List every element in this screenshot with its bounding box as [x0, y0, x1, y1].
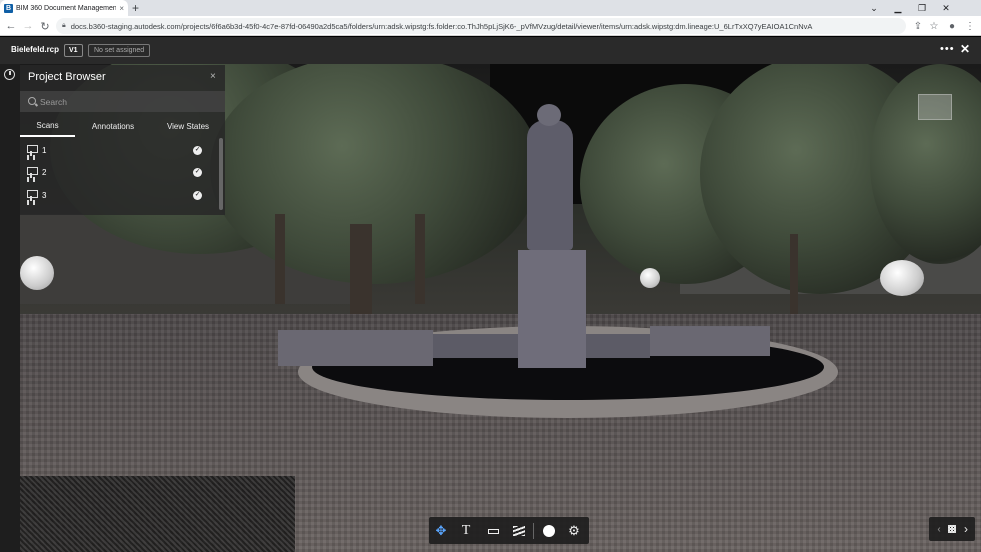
- new-tab-button[interactable]: +: [132, 1, 139, 15]
- bookmark-star-icon[interactable]: ☆: [926, 18, 942, 34]
- statue-head: [537, 104, 561, 126]
- close-viewer-icon[interactable]: ✕: [960, 42, 970, 56]
- project-browser-panel: Project Browser × Scans Annotations View…: [20, 65, 225, 215]
- more-options-icon[interactable]: •••: [940, 43, 955, 55]
- history-clock-icon[interactable]: [4, 69, 15, 80]
- measure-icon[interactable]: [483, 521, 503, 541]
- scan-row[interactable]: 1 ✓: [20, 140, 220, 162]
- tree-trunk: [415, 214, 425, 304]
- tree-trunk: [790, 234, 798, 314]
- back-icon[interactable]: ←: [3, 18, 19, 34]
- tab-view-states[interactable]: View States: [154, 115, 222, 137]
- search-bar: [20, 91, 225, 112]
- scan-row[interactable]: 2 ✓: [20, 162, 220, 184]
- reload-icon[interactable]: ↻: [37, 18, 53, 34]
- view-navigator: ‹ ›: [929, 517, 975, 541]
- url-text: docs.b360-staging.autodesk.com/projects/…: [70, 21, 813, 31]
- search-icon: [28, 97, 36, 105]
- profile-icon[interactable]: ●: [944, 18, 960, 34]
- tree-canopy: [210, 64, 540, 284]
- search-input[interactable]: [40, 94, 220, 109]
- orbit-icon[interactable]: ✥: [431, 521, 451, 541]
- tab-title: BIM 360 Document Management: [16, 4, 117, 12]
- scan-row[interactable]: 3 ✓: [20, 185, 220, 207]
- address-bar: ← → ↻ 🔒︎ docs.b360-staging.autodesk.com/…: [0, 16, 981, 36]
- viewer-toolbar: ✥ T ⚙: [429, 517, 589, 544]
- share-icon[interactable]: ⇪: [910, 18, 926, 34]
- viewer-header: Bielefeld.rcp V1 No set assigned ••• ✕: [0, 37, 981, 64]
- lamp-globe: [880, 260, 924, 296]
- scanner-icon: [27, 190, 38, 201]
- lamp-globe: [640, 268, 660, 288]
- panel-scrollbar[interactable]: [219, 138, 223, 210]
- version-badge[interactable]: V1: [64, 44, 83, 57]
- toolbar-divider: [533, 523, 534, 539]
- scanner-icon: [27, 167, 38, 178]
- grid-view-icon[interactable]: [945, 521, 959, 537]
- statue-pedestal: [518, 250, 586, 368]
- fountain-wall: [650, 326, 770, 356]
- tab-scans[interactable]: Scans: [20, 115, 75, 137]
- scan-label: 2: [42, 168, 47, 177]
- scan-label: 3: [42, 191, 47, 200]
- browser-titlebar: B BIM 360 Document Management × + ▁ ❐ ✕ …: [0, 0, 981, 16]
- url-field[interactable]: 🔒︎ docs.b360-staging.autodesk.com/projec…: [56, 18, 906, 34]
- browser-menu-icon[interactable]: ⋮: [962, 18, 978, 34]
- gear-icon[interactable]: ⚙: [564, 521, 584, 541]
- visibility-check-icon[interactable]: ✓: [193, 168, 202, 177]
- project-browser-title: Project Browser: [28, 71, 106, 83]
- file-name: Bielefeld.rcp: [11, 45, 60, 54]
- previous-view-icon[interactable]: ‹: [932, 521, 946, 537]
- circle-icon[interactable]: [539, 521, 559, 541]
- tab-close-icon[interactable]: ×: [119, 4, 124, 13]
- lock-icon: 🔒︎: [62, 22, 66, 29]
- tab-annotations[interactable]: Annotations: [78, 115, 148, 137]
- scanner-icon: [27, 145, 38, 156]
- statue: [527, 120, 573, 250]
- text-icon[interactable]: T: [456, 521, 476, 541]
- visibility-check-icon[interactable]: ✓: [193, 146, 202, 155]
- fountain-wall: [278, 330, 433, 366]
- scan-gap-area: [20, 476, 295, 552]
- window-close-icon[interactable]: ✕: [934, 0, 958, 16]
- scan-label: 1: [42, 146, 47, 155]
- tree-trunk: [275, 214, 285, 304]
- window-restore-icon[interactable]: ❐: [910, 0, 934, 16]
- browser-tabs: Scans Annotations View States: [20, 115, 225, 137]
- set-badge[interactable]: No set assigned: [88, 44, 151, 57]
- forward-icon[interactable]: →: [20, 18, 36, 34]
- window-minimize-icon[interactable]: ▁: [886, 0, 910, 16]
- next-view-icon[interactable]: ›: [959, 521, 973, 537]
- visibility-check-icon[interactable]: ✓: [193, 191, 202, 200]
- close-panel-icon[interactable]: ×: [210, 71, 216, 82]
- layers-icon[interactable]: [509, 521, 529, 541]
- lamp-globe: [20, 256, 54, 290]
- bim360-favicon-icon: B: [4, 3, 13, 13]
- tab-search-icon[interactable]: ⌄: [862, 0, 886, 16]
- browser-tab[interactable]: B BIM 360 Document Management ×: [0, 0, 128, 16]
- left-rail: [0, 64, 20, 552]
- view-cube[interactable]: [918, 94, 952, 120]
